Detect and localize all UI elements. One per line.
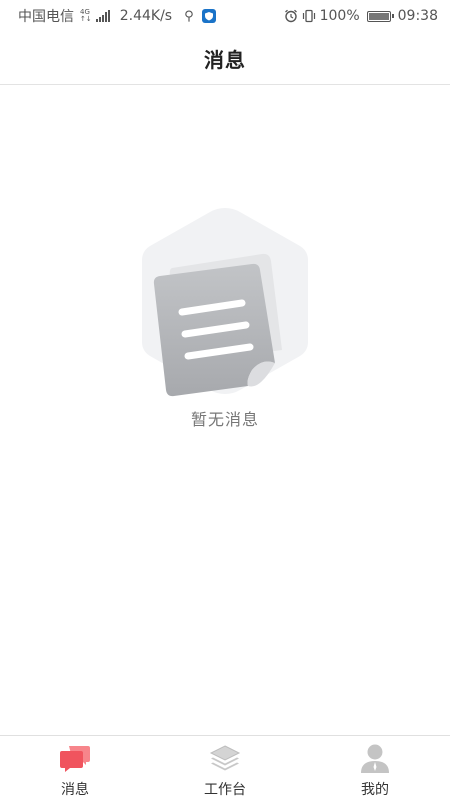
screen: 中国电信 4G ↑↓ 2.44K/s ⚲ 100% 09:38 消息 暂无消息 … [0, 0, 450, 800]
battery-level [368, 12, 389, 20]
usb-icon: ⚲ [184, 8, 194, 24]
tab-label: 我的 [361, 782, 389, 798]
tab-label: 工作台 [204, 782, 246, 798]
vibrate-icon [302, 9, 315, 23]
empty-message: 暂无消息 [190, 410, 259, 429]
empty-document-icon [142, 208, 308, 397]
network-speed: 2.44K/s [119, 8, 173, 24]
user-icon [361, 744, 389, 773]
tab-workbench[interactable]: 工作台 [150, 736, 300, 800]
tab-profile[interactable]: 我的 [300, 736, 450, 800]
empty-state: 暂无消息 [0, 200, 450, 430]
status-bar: 中国电信 4G ↑↓ 2.44K/s ⚲ 100% 09:38 [0, 0, 450, 32]
layers-icon [209, 745, 241, 771]
battery-icon [366, 10, 394, 22]
tab-messages[interactable]: 消息 [0, 736, 150, 800]
tab-label: 消息 [61, 782, 89, 798]
chat-bubble-icon [60, 746, 90, 772]
header: 消息 [0, 32, 450, 85]
page-title: 消息 [204, 47, 246, 72]
signal-icon [95, 10, 110, 22]
carrier-label: 中国电信 [18, 9, 74, 25]
network-type: 4G ↑↓ [80, 9, 92, 23]
app-shield-icon [201, 9, 216, 23]
battery-percent: 100% [319, 8, 360, 24]
network-type-bottom: ↑↓ [80, 15, 92, 23]
alarm-icon [284, 9, 297, 23]
clock: 09:38 [397, 8, 438, 24]
status-left: 中国电信 4G ↑↓ 2.44K/s ⚲ [18, 6, 216, 26]
bottom-tab-bar: 消息 工作台 我的 [0, 735, 450, 800]
status-right: 100% 09:38 [284, 8, 438, 24]
